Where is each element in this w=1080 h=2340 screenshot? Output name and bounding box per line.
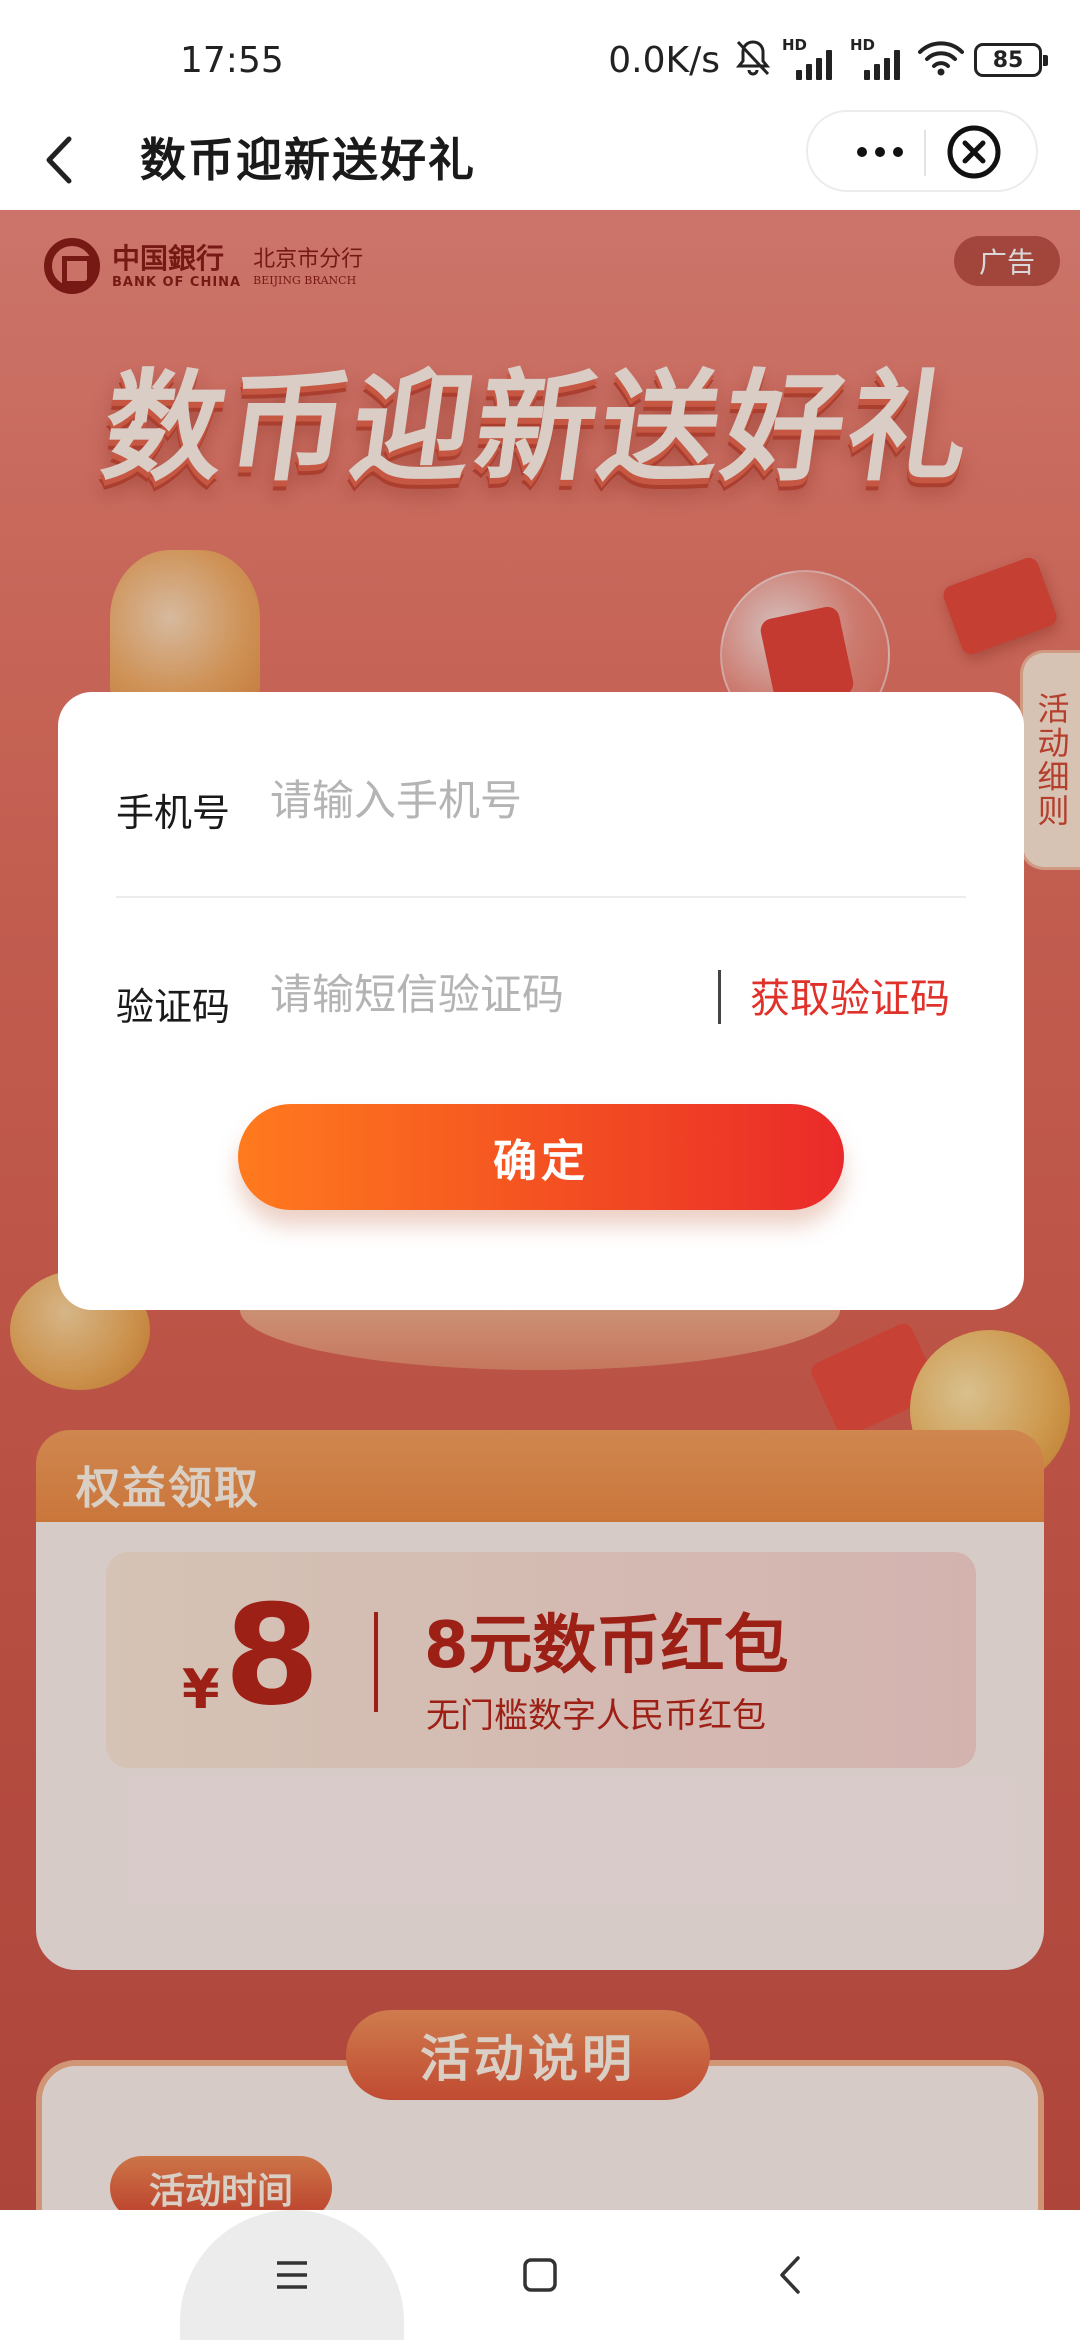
home-square-icon [523, 2258, 557, 2292]
get-code-button[interactable]: 获取验证码 [750, 966, 950, 1024]
signal-icon: HD [782, 36, 840, 80]
capsule-divider [924, 130, 926, 176]
back-arrow-icon [46, 136, 72, 184]
confirm-button[interactable]: 确定 [238, 1104, 844, 1210]
close-circle-icon[interactable] [946, 124, 1002, 180]
menu-icon [277, 2261, 307, 2289]
phone-input[interactable] [270, 764, 890, 836]
phone-label: 手机号 [116, 791, 231, 835]
menu-button[interactable] [180, 2210, 404, 2340]
system-nav-bar [0, 2210, 1080, 2340]
more-dots-icon [857, 147, 867, 157]
mini-program-capsule [806, 110, 1038, 192]
signal-icon: HD [850, 36, 908, 80]
home-button[interactable] [490, 2210, 590, 2340]
code-divider [718, 970, 721, 1024]
sms-code-input[interactable] [270, 958, 740, 1030]
mute-bell-icon [734, 38, 772, 82]
battery-icon: 85 [974, 43, 1048, 77]
status-bar: 17:55 0.0K/s HD HD 85 [0, 0, 1080, 120]
page-title: 数币迎新送好礼 [140, 133, 476, 187]
nav-back-button[interactable] [740, 2210, 840, 2340]
back-chevron-icon [780, 2256, 800, 2294]
title-bar: 数币迎新送好礼 [0, 110, 1080, 210]
more-button[interactable] [848, 130, 912, 174]
status-time: 17:55 [180, 40, 284, 81]
status-icons: 0.0K/s HD HD 85 [608, 36, 1048, 82]
wifi-icon [918, 40, 964, 80]
network-speed: 0.0K/s [608, 39, 720, 81]
code-label: 验证码 [116, 985, 231, 1029]
back-button[interactable] [30, 130, 90, 190]
field-divider [116, 896, 966, 898]
login-modal: 手机号 验证码 获取验证码 确定 [58, 692, 1024, 1310]
